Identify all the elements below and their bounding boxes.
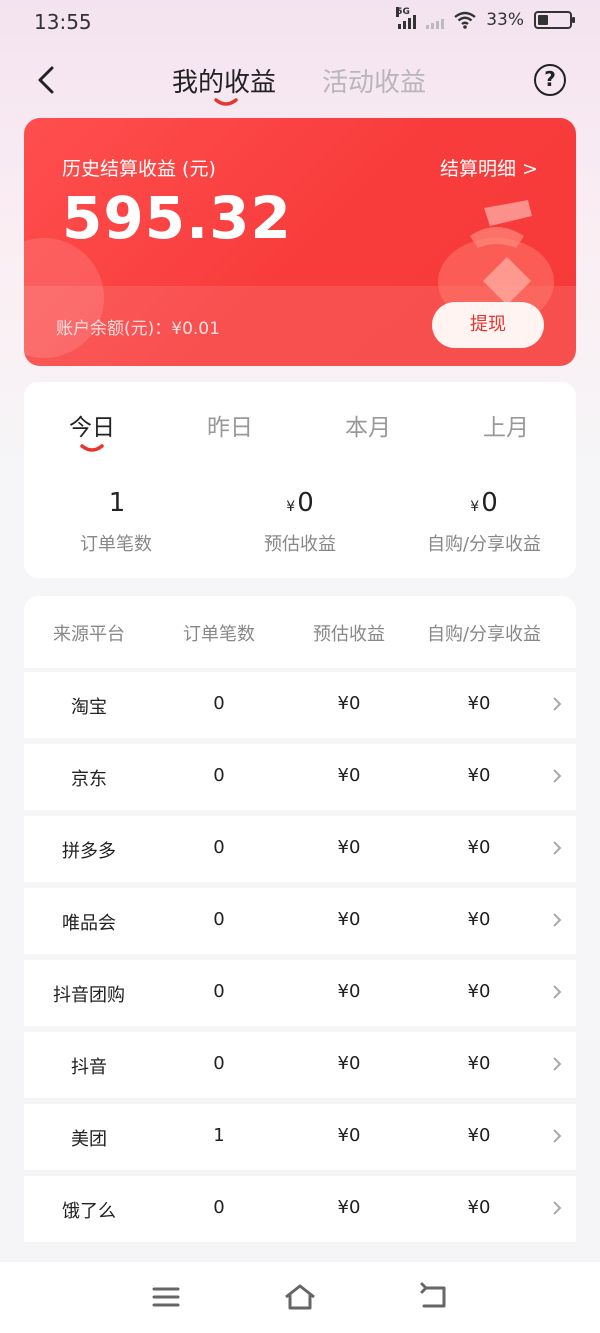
chevron-right-icon [553, 697, 562, 711]
active-tab-indicator [214, 98, 238, 106]
stat-estimated-earnings: ¥0 预估收益 [208, 488, 392, 556]
stat-self-share-earnings: ¥0 自购/分享收益 [392, 488, 576, 556]
cell-orders: 0 [213, 693, 225, 714]
chevron-right-icon [553, 1129, 562, 1143]
cell-estimated: ¥0 [337, 1053, 361, 1074]
period-tab-today[interactable]: 今日 [42, 408, 142, 442]
cell-self-share: ¥0 [467, 693, 491, 714]
period-tab-yesterday[interactable]: 昨日 [180, 408, 280, 442]
back-arrow-icon[interactable] [30, 62, 66, 98]
cellular-signal-icon: 5G [396, 7, 417, 29]
cell-estimated: ¥0 [337, 1125, 361, 1146]
battery-icon [534, 11, 575, 29]
stat-label: 订单笔数 [80, 534, 152, 555]
chevron-right-icon [553, 1057, 562, 1071]
status-icons: 5G 33% [396, 7, 575, 30]
settlement-detail-link[interactable]: 结算明细 > [440, 154, 538, 181]
table-row[interactable]: 美团 1 ¥0 ¥0 [24, 1104, 576, 1170]
table-row[interactable]: 京东 0 ¥0 ¥0 [24, 744, 576, 810]
status-time: 13:55 [34, 10, 92, 34]
stat-value: 1 [108, 488, 126, 518]
cell-platform: 抖音 [71, 1057, 107, 1078]
chevron-right-icon [553, 913, 562, 927]
history-earnings-amount: 595.32 [62, 184, 292, 252]
cell-self-share: ¥0 [467, 1197, 491, 1218]
table-row[interactable]: 饿了么 0 ¥0 ¥0 [24, 1176, 576, 1242]
cell-self-share: ¥0 [467, 1125, 491, 1146]
stat-order-count: 1 订单笔数 [24, 488, 208, 556]
header-orders: 订单笔数 [183, 624, 255, 645]
header-self-share: 自购/分享收益 [426, 624, 542, 645]
wifi-icon [454, 11, 476, 29]
period-active-indicator [80, 444, 104, 452]
chevron-right-icon [553, 1201, 562, 1215]
chevron-right-icon [553, 769, 562, 783]
back-icon[interactable] [416, 1282, 452, 1312]
platform-table: 来源平台 订单笔数 预估收益 自购/分享收益 淘宝 0 ¥0 ¥0 京东 0 ¥… [24, 596, 576, 1246]
cell-self-share: ¥0 [467, 981, 491, 1002]
cell-orders: 0 [213, 837, 225, 858]
cell-platform: 美团 [71, 1129, 107, 1150]
account-balance: 账户余额(元)：¥0.01 [56, 319, 220, 339]
table-row[interactable]: 拼多多 0 ¥0 ¥0 [24, 816, 576, 882]
cell-orders: 0 [213, 1197, 225, 1218]
period-tab-this-month[interactable]: 本月 [318, 408, 418, 442]
chevron-right-icon [553, 985, 562, 999]
cell-platform: 淘宝 [71, 697, 107, 718]
network-type-label: 5G [396, 7, 410, 17]
cell-estimated: ¥0 [337, 837, 361, 858]
header-platform: 来源平台 [53, 624, 125, 645]
cell-self-share: ¥0 [467, 765, 491, 786]
cell-estimated: ¥0 [337, 909, 361, 930]
period-summary-panel: 今日 昨日 本月 上月 1 订单笔数 ¥0 预估收益 ¥0 自购/分享收益 [24, 382, 576, 578]
stat-value: ¥0 [470, 488, 498, 518]
stat-label: 预估收益 [264, 534, 336, 555]
cell-self-share: ¥0 [467, 1053, 491, 1074]
cell-platform: 京东 [71, 769, 107, 790]
table-row[interactable]: 抖音 0 ¥0 ¥0 [24, 1032, 576, 1098]
cell-self-share: ¥0 [467, 909, 491, 930]
battery-percent: 33% [486, 10, 524, 30]
table-row[interactable]: 抖音团购 0 ¥0 ¥0 [24, 960, 576, 1026]
tab-my-earnings[interactable]: 我的收益 [172, 62, 276, 99]
system-nav-bar [0, 1262, 600, 1333]
cell-estimated: ¥0 [337, 693, 361, 714]
table-row[interactable]: 唯品会 0 ¥0 ¥0 [24, 888, 576, 954]
stat-value: ¥0 [286, 488, 314, 518]
cell-platform: 抖音团购 [53, 985, 125, 1006]
cell-orders: 0 [213, 765, 225, 786]
cell-orders: 1 [213, 1125, 225, 1146]
earnings-card: 历史结算收益 (元) 结算明细 > 595.32 账户余额(元)：¥0.01 提… [24, 118, 576, 366]
chevron-right-icon [553, 841, 562, 855]
home-icon[interactable] [282, 1282, 318, 1312]
cell-orders: 0 [213, 981, 225, 1002]
menu-icon[interactable] [148, 1282, 184, 1312]
cell-orders: 0 [213, 1053, 225, 1074]
cell-estimated: ¥0 [337, 981, 361, 1002]
help-icon[interactable]: ? [534, 64, 566, 96]
header: 我的收益 活动收益 ? [0, 50, 600, 110]
cell-platform: 拼多多 [62, 841, 116, 862]
header-estimated: 预估收益 [313, 624, 385, 645]
withdraw-button[interactable]: 提现 [432, 302, 544, 348]
table-header: 来源平台 订单笔数 预估收益 自购/分享收益 [24, 596, 576, 668]
status-bar: 13:55 5G 33% [0, 0, 600, 48]
cell-estimated: ¥0 [337, 1197, 361, 1218]
cell-platform: 唯品会 [62, 913, 116, 934]
cell-estimated: ¥0 [337, 765, 361, 786]
table-row[interactable]: 淘宝 0 ¥0 ¥0 [24, 672, 576, 738]
cell-platform: 饿了么 [62, 1201, 116, 1222]
tab-activity-earnings[interactable]: 活动收益 [322, 62, 426, 99]
secondary-signal-icon [426, 11, 445, 29]
cell-orders: 0 [213, 909, 225, 930]
cell-self-share: ¥0 [467, 837, 491, 858]
history-earnings-label: 历史结算收益 (元) [62, 158, 216, 180]
stat-label: 自购/分享收益 [426, 534, 542, 555]
period-tab-last-month[interactable]: 上月 [456, 408, 556, 442]
